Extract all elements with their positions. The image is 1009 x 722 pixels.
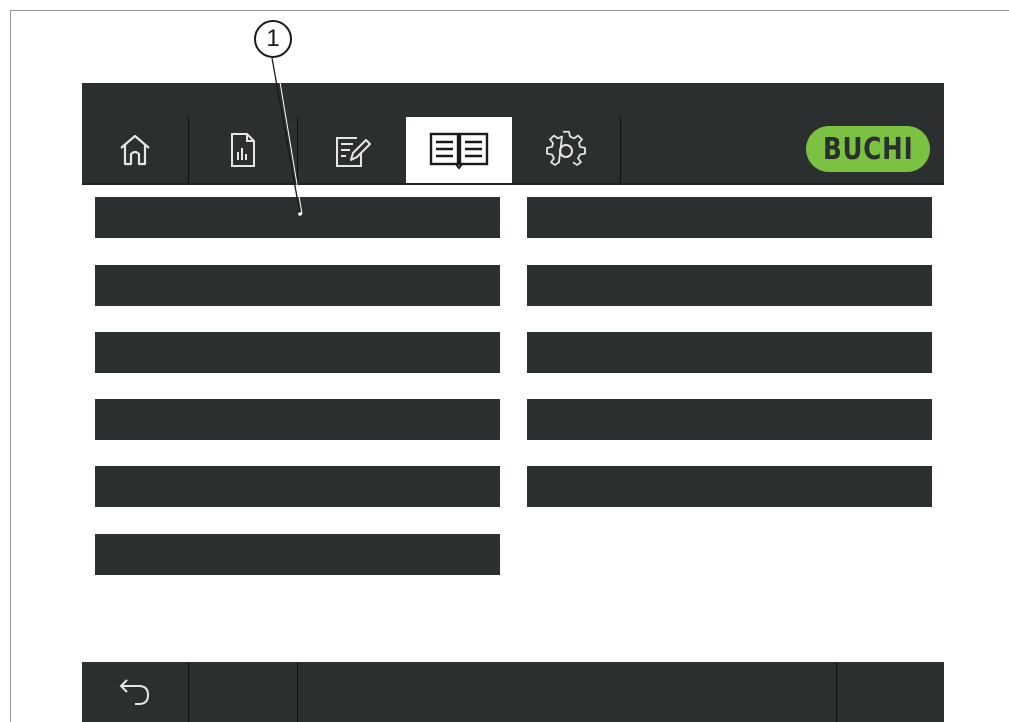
callout-leader-line	[271, 57, 303, 216]
callout-number: 1	[254, 20, 292, 58]
